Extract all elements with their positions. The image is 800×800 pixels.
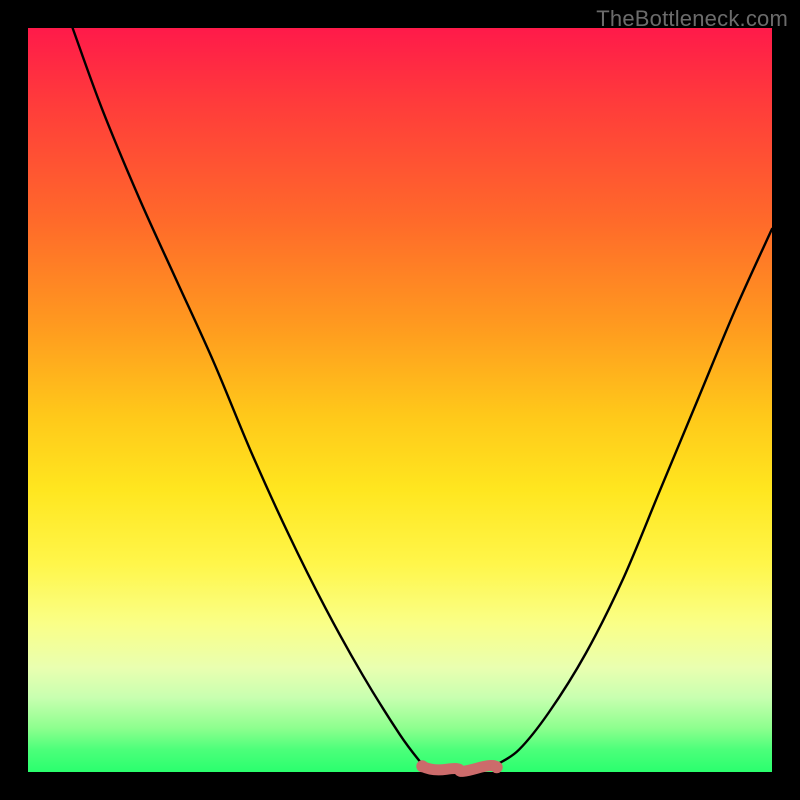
chart-frame: TheBottleneck.com — [0, 0, 800, 800]
curve-layer — [28, 28, 772, 772]
plot-area — [28, 28, 772, 772]
curve-left-branch — [73, 28, 423, 765]
curve-right-branch — [497, 229, 772, 765]
flat-bottom-highlight — [416, 760, 502, 773]
